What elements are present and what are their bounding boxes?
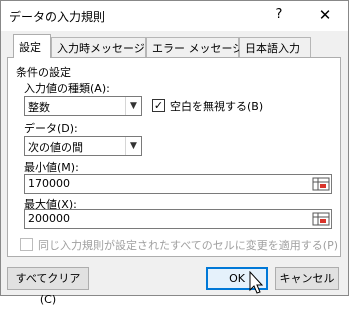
data-operator-value: 次の値の間 [28, 141, 83, 154]
ok-label: OK [229, 272, 245, 285]
max-input[interactable] [28, 212, 268, 225]
ignore-blank-label[interactable]: 空白を無視する(B) [170, 98, 263, 114]
title-bar: データの入力規則 ? ✕ [1, 1, 348, 31]
allow-dropdown[interactable]: 整数 ▼ [24, 96, 142, 116]
allow-dropdown-value: 整数 [28, 101, 50, 114]
min-label: 最小値(M): [24, 161, 79, 174]
range-select-icon[interactable] [312, 176, 330, 192]
cancel-label: キャンセル [279, 272, 335, 285]
chevron-down-icon: ▼ [125, 137, 141, 155]
min-field[interactable] [24, 174, 332, 194]
help-button[interactable]: ? [269, 5, 289, 25]
criteria-group-label: 条件の設定 [16, 66, 71, 79]
ignore-blank-checkbox[interactable]: ✓ [152, 99, 165, 112]
chevron-down-icon: ▼ [125, 97, 141, 115]
dialog-title: データの入力規則 [9, 10, 106, 24]
tab-input-message-label: 入力時メッセージ [57, 42, 145, 55]
check-icon: ✓ [153, 99, 164, 112]
clear-all-label: すべてクリア(C) [15, 272, 81, 306]
tab-japanese-input[interactable]: 日本語入力 [239, 37, 311, 57]
range-select-icon[interactable] [312, 211, 330, 227]
data-operator-dropdown[interactable]: 次の値の間 ▼ [24, 136, 142, 156]
allow-label: 入力値の種類(A): [24, 82, 110, 95]
apply-all-checkbox[interactable] [20, 238, 33, 251]
min-input[interactable] [28, 177, 268, 190]
tab-settings-label: 設定 [19, 41, 41, 54]
mouse-pointer-icon [249, 271, 264, 294]
tab-settings[interactable]: 設定 [13, 34, 51, 58]
settings-panel: 条件の設定 入力値の種類(A): 整数 ▼ ✓ 空白を無視する(B) データ(D… [7, 57, 341, 257]
data-validation-dialog: データの入力規則 ? ✕ 設定 入力時メッセージ エラー メッセージ 日本語入力… [0, 0, 349, 306]
max-field[interactable] [24, 209, 332, 229]
cancel-button[interactable]: キャンセル [275, 267, 339, 290]
tab-input-message[interactable]: 入力時メッセージ [51, 37, 146, 57]
tab-error-message-label: エラー メッセージ [152, 42, 244, 55]
clear-all-button[interactable]: すべてクリア(C) [7, 267, 89, 306]
apply-all-label: 同じ入力規則が設定されたすべてのセルに変更を適用する(P) [38, 239, 339, 252]
tab-japanese-input-label: 日本語入力 [245, 42, 300, 55]
data-label: データ(D): [24, 122, 78, 135]
close-button[interactable]: ✕ [313, 5, 337, 25]
tab-error-message[interactable]: エラー メッセージ [146, 37, 243, 57]
